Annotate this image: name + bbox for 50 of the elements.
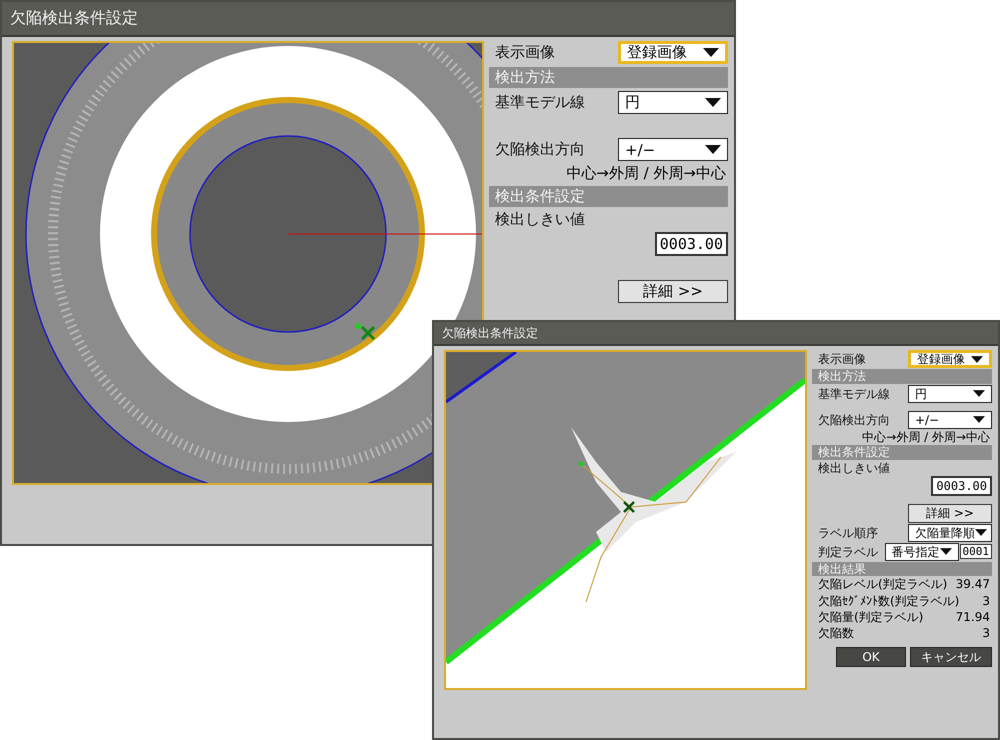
result-value: 3 — [982, 626, 990, 641]
dropdown[interactable]: 登録画像 — [618, 41, 728, 64]
direction-note: 中心→外周 / 外周→中心 — [565, 164, 727, 183]
field-label: 欠陥検出方向 — [494, 140, 585, 159]
result-label: 欠陥数 — [818, 626, 854, 641]
field-label: ラベル順序 — [817, 526, 878, 540]
section-header: 検出方法 — [812, 369, 992, 384]
input-field[interactable]: 0003.00 — [654, 232, 728, 256]
result-label: 欠陥ｾｸﾞﾒﾝﾄ数(判定ラベル) — [818, 594, 960, 608]
result-label: 欠陥量(判定ラベル) — [818, 610, 924, 624]
result-value: 3 — [982, 594, 990, 608]
dropdown[interactable]: 欠陥量降順 — [908, 524, 992, 542]
caret-icon — [705, 98, 721, 107]
field-label: 検出しきい値 — [817, 460, 891, 475]
section-header: 検出方法 — [489, 67, 728, 88]
field-label: 基準モデル線 — [494, 93, 585, 112]
dropdown[interactable]: 円 — [908, 384, 992, 403]
result-value: 71.94 — [956, 610, 990, 624]
cancel-button[interactable]: キャンセル — [910, 646, 992, 668]
field-label: 基準モデル線 — [817, 386, 890, 401]
ok-button[interactable]: OK — [836, 646, 906, 668]
section-header: 検出結果 — [812, 562, 992, 576]
field-label: 表示画像 — [494, 43, 555, 62]
input-field[interactable]: 0003.00 — [931, 476, 992, 496]
dropdown[interactable]: 登録画像 — [908, 350, 992, 368]
field-label: 表示画像 — [817, 352, 866, 367]
result-value: 39.47 — [956, 577, 990, 592]
field-label: 検出しきい値 — [494, 210, 586, 229]
details-button[interactable]: 詳細 >> — [908, 504, 992, 523]
input-field[interactable]: 0001 — [960, 544, 992, 560]
caret-icon — [975, 529, 987, 536]
caret-icon — [973, 390, 985, 398]
caret-icon — [703, 48, 719, 57]
dropdown[interactable]: 番号指定 — [884, 542, 958, 561]
window-title: 欠陥検出条件設定 — [2, 2, 734, 37]
section-header: 検出条件設定 — [812, 445, 992, 460]
section-header: 検出条件設定 — [489, 186, 728, 207]
result-label: 欠陥レベル(判定ラベル) — [818, 577, 948, 592]
dropdown[interactable]: +/− — [908, 410, 992, 429]
details-button[interactable]: 詳細 >> — [618, 280, 728, 303]
caret-icon — [971, 356, 983, 363]
direction-note: 中心→外周 / 外周→中心 — [861, 430, 991, 444]
dropdown[interactable]: 円 — [618, 91, 728, 114]
window-title: 欠陥検出条件設定 — [434, 322, 998, 346]
caret-icon — [705, 145, 721, 154]
field-label: 判定ラベル — [817, 544, 878, 559]
field-label: 欠陥検出方向 — [817, 412, 890, 427]
dropdown[interactable]: +/− — [618, 138, 728, 161]
caret-icon — [940, 548, 952, 556]
caret-icon — [973, 416, 985, 424]
